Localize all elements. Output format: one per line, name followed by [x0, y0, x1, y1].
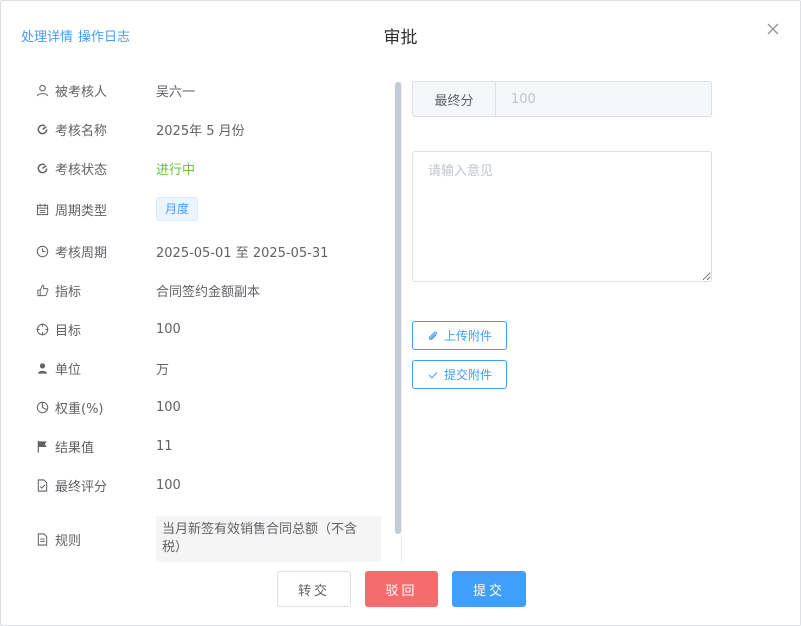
rule-text: 当月新签有效销售合同总额（不含税） [156, 516, 381, 562]
status-value: 进行中 [156, 163, 196, 178]
thumb-icon [35, 284, 49, 298]
reject-button[interactable]: 驳回 [365, 571, 438, 607]
detail-label: 被考核人 [55, 85, 108, 100]
submit-button[interactable]: 提交 [452, 571, 526, 607]
detail-row-unit: 单位 万 [35, 359, 387, 378]
paperclip-icon [428, 330, 437, 340]
dialog-title: 审批 [383, 28, 418, 48]
calendar-icon [35, 202, 49, 216]
detail-value: 2025年 5 月份 [156, 124, 245, 139]
refresh-icon [35, 123, 49, 137]
pie-icon [35, 401, 49, 415]
submit-attachment-button[interactable]: 提交附件 [412, 360, 508, 389]
opinion-textarea[interactable] [412, 151, 712, 282]
document-icon [35, 532, 49, 546]
submit-attachment-label: 提交附件 [444, 368, 493, 382]
detail-value: 吴六一 [156, 85, 196, 100]
detail-label: 目标 [55, 324, 82, 339]
final-score-value: 100 [511, 91, 536, 107]
detail-label: 权重(%) [55, 402, 104, 417]
detail-label: 考核周期 [55, 246, 108, 261]
detail-label: 单位 [55, 363, 82, 378]
person-filled-icon [35, 362, 49, 376]
detail-label: 规则 [55, 533, 82, 549]
detail-row-assessee: 被考核人 吴六一 [35, 81, 387, 100]
cycle-type-tag: 月度 [156, 197, 199, 221]
detail-row-name: 考核名称 2025年 5 月份 [35, 120, 387, 139]
final-score-input[interactable]: 最终分 100 [412, 81, 712, 117]
refresh-icon [35, 162, 49, 176]
approval-dialog: 处理详情 操作日志 审批 被考核人 吴六一 考核名称 2025年 5 月份 考核… [0, 0, 801, 626]
detail-row-weight: 权重(%) 100 [35, 398, 387, 417]
upload-attachment-label: 上传附件 [444, 329, 493, 343]
detail-value: 100 [156, 400, 181, 415]
detail-label: 指标 [55, 285, 82, 300]
transfer-button[interactable]: 转交 [277, 571, 351, 607]
detail-row-final-score: 最终评分 100 [35, 476, 387, 495]
target-icon [35, 323, 49, 337]
flag-icon [35, 440, 49, 454]
close-icon[interactable] [765, 21, 781, 37]
detail-value: 万 [156, 363, 170, 378]
detail-row-result: 结果值 11 [35, 437, 387, 456]
detail-value: 2025-05-01 至 2025-05-31 [156, 246, 329, 261]
detail-row-status: 考核状态 进行中 [35, 159, 387, 178]
detail-value: 100 [156, 322, 181, 337]
panel-divider [401, 82, 402, 562]
detail-row-period: 考核周期 2025-05-01 至 2025-05-31 [35, 242, 387, 261]
detail-value: 100 [156, 478, 181, 493]
detail-row-indicator: 指标 合同签约金额副本 [35, 281, 387, 300]
doc-check-icon [35, 479, 49, 493]
detail-row-target: 目标 100 [35, 320, 387, 339]
detail-value: 合同签约金额副本 [156, 285, 261, 300]
final-score-label: 最终分 [413, 82, 496, 116]
detail-row-rule: 规则 当月新签有效销售合同总额（不含税） [35, 515, 387, 563]
upload-attachment-button[interactable]: 上传附件 [412, 321, 508, 350]
detail-label: 考核状态 [55, 163, 108, 178]
detail-label: 周期类型 [55, 203, 108, 219]
detail-label: 结果值 [55, 441, 95, 456]
detail-row-cycle-type: 周期类型 月度 [35, 197, 387, 221]
check-icon [428, 371, 438, 379]
detail-label: 最终评分 [55, 480, 108, 495]
detail-label: 考核名称 [55, 124, 108, 139]
detail-value: 11 [156, 439, 173, 454]
clock-icon [35, 245, 49, 259]
user-icon [35, 84, 49, 98]
